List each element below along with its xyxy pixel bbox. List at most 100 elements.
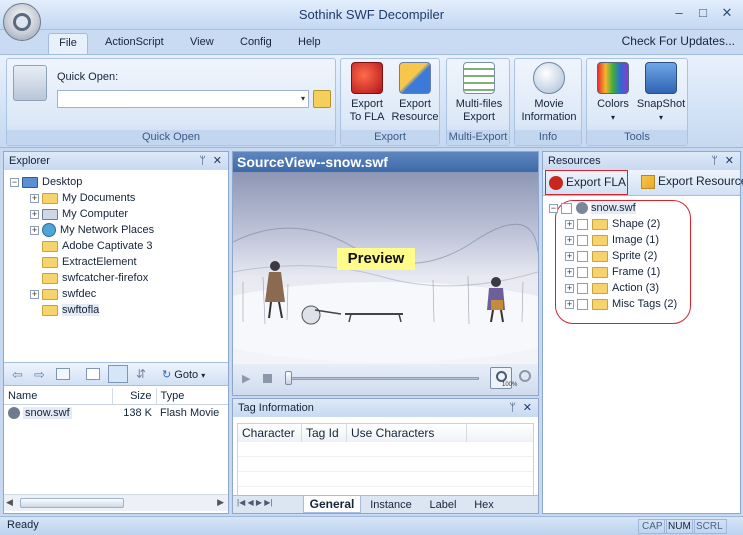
goto-button[interactable]: ↻ Goto ▾ (162, 368, 205, 381)
source-view-panel: SourceView--snow.swf Preview ▶ 100% (232, 151, 539, 396)
tab-instance[interactable]: Instance (365, 497, 417, 513)
application-menu-button[interactable] (3, 3, 41, 41)
tree-item[interactable]: + swfdec (10, 286, 224, 302)
folder-icon (592, 218, 608, 230)
tab-config[interactable]: Config (230, 33, 282, 54)
export-fla-button[interactable]: Export FLA (545, 170, 628, 195)
column-header-type[interactable]: Type (156, 388, 228, 404)
scrollbar-thumb[interactable] (20, 498, 124, 508)
resource-item[interactable]: + Image (1) (549, 232, 729, 248)
resource-item[interactable]: + Shape (2) (549, 216, 729, 232)
movie-information-button[interactable]: Movie Information (517, 62, 581, 124)
column-header-use-characters[interactable]: Use Characters (346, 423, 467, 442)
minimize-button[interactable]: – (669, 4, 689, 22)
expand-icon[interactable]: + (565, 235, 574, 245)
tab-view[interactable]: View (180, 33, 224, 54)
scroll-right-icon[interactable]: ▶ (217, 497, 224, 508)
tree-item[interactable]: ExtractElement (10, 254, 224, 270)
scroll-left-icon[interactable]: ◀ (6, 497, 13, 508)
expand-icon[interactable]: + (565, 267, 574, 277)
close-button[interactable]: ✕ (717, 4, 737, 22)
horizontal-scrollbar[interactable]: ◀ ▶ (4, 494, 228, 511)
checkbox[interactable] (577, 250, 588, 262)
snapshot-button[interactable]: SnapShot ▾ (635, 62, 687, 124)
tree-item-label: swfdec (62, 288, 97, 300)
zoom-out-icon[interactable] (519, 370, 531, 382)
pin-icon[interactable]: ᛘ (509, 399, 516, 417)
checkbox[interactable] (577, 218, 588, 230)
resource-root-label: snow.swf (591, 202, 636, 214)
tab-help[interactable]: Help (288, 33, 331, 54)
checkbox[interactable] (577, 282, 588, 294)
expand-icon[interactable]: + (30, 193, 39, 203)
expand-icon[interactable]: + (565, 283, 574, 293)
timeline-thumb[interactable] (285, 371, 292, 385)
play-icon[interactable]: ▶ (242, 372, 250, 385)
quick-open-input[interactable] (57, 90, 309, 108)
back-arrow-icon[interactable]: ⇦ (12, 367, 23, 383)
expand-icon[interactable]: + (30, 209, 39, 219)
stop-icon[interactable] (263, 374, 272, 383)
checkbox[interactable] (577, 266, 588, 278)
resource-item[interactable]: + Action (3) (549, 280, 729, 296)
palette-icon (597, 62, 629, 94)
resource-item[interactable]: + Frame (1) (549, 264, 729, 280)
tree-item[interactable]: + My Documents (10, 190, 224, 206)
close-icon[interactable]: ✕ (523, 399, 532, 417)
export-to-fla-button[interactable]: Export To FLA (343, 62, 391, 124)
multi-files-export-button[interactable]: Multi-files Export (449, 62, 509, 124)
collapse-icon[interactable]: − (549, 203, 558, 213)
table-row[interactable]: snow.swf 138 K Flash Movie (4, 404, 228, 422)
tree-item[interactable]: − Desktop (10, 174, 224, 190)
tab-file[interactable]: File (48, 33, 88, 54)
first-tab-icon[interactable]: |◀ ◀ ▶ ▶| (237, 498, 272, 507)
chevron-down-icon[interactable]: ▾ (297, 90, 309, 108)
list-view-icon[interactable] (86, 368, 100, 380)
column-header-character[interactable]: Character (237, 423, 302, 442)
tab-actionscript[interactable]: ActionScript (95, 33, 174, 54)
checkbox[interactable] (561, 202, 572, 214)
tab-hex[interactable]: Hex (467, 497, 501, 513)
checkbox[interactable] (577, 298, 588, 310)
camera-icon (645, 62, 677, 94)
explorer-toolbar: ⇦ ⇨ ⇵ ↻ Goto ▾ (4, 362, 228, 386)
close-icon[interactable]: ✕ (725, 152, 734, 170)
forward-arrow-icon[interactable]: ⇨ (34, 367, 45, 383)
check-updates-link[interactable]: Check For Updates... (622, 34, 735, 48)
timeline-slider[interactable] (285, 377, 479, 380)
close-icon[interactable]: ✕ (213, 152, 222, 170)
resource-item[interactable]: + Sprite (2) (549, 248, 729, 264)
checkbox[interactable] (577, 234, 588, 246)
collapse-icon[interactable]: − (10, 177, 19, 187)
tab-general[interactable]: General (303, 496, 361, 513)
details-view-icon[interactable] (108, 365, 128, 383)
expand-icon[interactable]: + (565, 219, 574, 229)
tab-label[interactable]: Label (423, 497, 463, 513)
pin-icon[interactable]: ᛘ (711, 152, 718, 170)
pin-icon[interactable]: ᛘ (199, 152, 206, 170)
maximize-button[interactable]: □ (693, 4, 713, 22)
movie-preview[interactable]: Preview (233, 172, 538, 364)
tree-item[interactable]: swftofla (10, 302, 224, 318)
resource-item[interactable]: + Misc Tags (2) (549, 296, 729, 312)
colors-button[interactable]: Colors ▾ (589, 62, 637, 124)
column-header-size[interactable]: Size (112, 388, 157, 404)
expand-icon[interactable]: + (565, 299, 574, 309)
tree-item[interactable]: swfcatcher-firefox (10, 270, 224, 286)
tree-item[interactable]: Adobe Captivate 3 (10, 238, 224, 254)
up-folder-icon[interactable] (56, 368, 70, 380)
column-header-name[interactable]: Name (4, 388, 113, 404)
tag-info-header-row: Character Tag Id Use Characters (237, 423, 534, 442)
expand-icon[interactable]: + (30, 225, 39, 235)
column-header-tag-id[interactable]: Tag Id (301, 423, 347, 442)
expand-icon[interactable]: + (30, 289, 39, 299)
export-resource-toolbar-button[interactable]: Export Resource (641, 174, 743, 190)
filter-icon[interactable]: ⇵ (136, 367, 146, 381)
zoom-button[interactable]: 100% (490, 367, 517, 389)
resource-root[interactable]: − snow.swf (549, 200, 729, 216)
expand-icon[interactable]: + (565, 251, 574, 261)
tree-item[interactable]: + My Computer (10, 206, 224, 222)
export-resource-button[interactable]: Export Resource (391, 62, 439, 124)
browse-folder-button[interactable] (313, 90, 331, 108)
tree-item[interactable]: + My Network Places (10, 222, 224, 238)
